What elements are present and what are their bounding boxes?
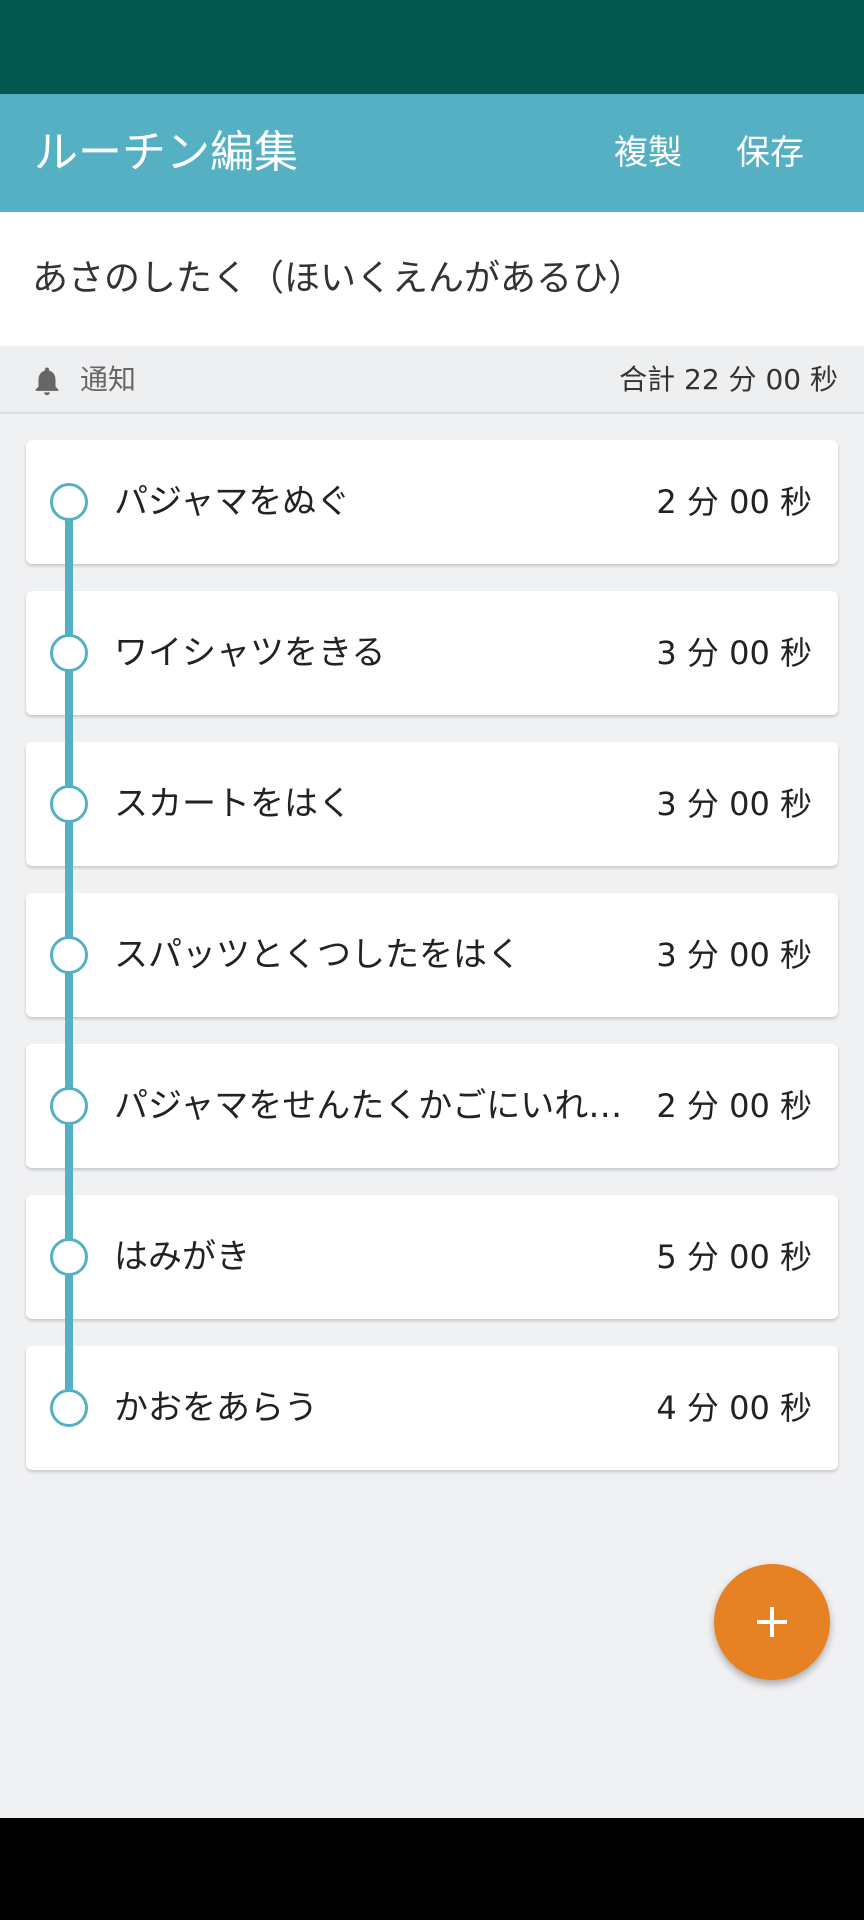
task-card[interactable]: パジャマをせんたくかごにいれ… 2 分 00 秒 <box>26 1044 838 1168</box>
notification-label[interactable]: 通知 <box>80 346 136 414</box>
timeline-node-icon <box>50 936 88 974</box>
timeline-node-icon <box>50 634 88 672</box>
add-task-button[interactable] <box>714 1564 830 1680</box>
task-name: かおをあらう <box>114 1388 318 1428</box>
total-duration: 合計 22 分 00 秒 <box>619 363 838 396</box>
task-card[interactable]: ワイシャツをきる 3 分 00 秒 <box>26 591 838 715</box>
task-card[interactable]: スカートをはく 3 分 00 秒 <box>26 742 838 866</box>
navigation-bar <box>0 1818 864 1920</box>
task-name: はみがき <box>114 1237 250 1277</box>
bell-icon[interactable] <box>30 363 64 399</box>
task-name: ワイシャツをきる <box>114 633 386 673</box>
duplicate-button[interactable]: 複製 <box>614 94 682 212</box>
task-card[interactable]: はみがき 5 分 00 秒 <box>26 1195 838 1319</box>
save-button[interactable]: 保存 <box>736 94 804 212</box>
app-bar: ルーチン編集 複製 保存 <box>0 94 864 212</box>
task-name: スパッツとくつしたをはく <box>114 935 521 975</box>
task-duration: 4 分 00 秒 <box>656 1389 812 1427</box>
task-duration: 3 分 00 秒 <box>656 936 812 974</box>
routine-name-field[interactable]: あさのしたく（ほいくえんがあるひ） <box>0 212 864 346</box>
task-duration: 2 分 00 秒 <box>656 483 812 521</box>
info-bar: 通知 合計 22 分 00 秒 <box>0 346 864 414</box>
timeline-node-icon <box>50 1238 88 1276</box>
task-duration: 2 分 00 秒 <box>656 1087 812 1125</box>
timeline-node-icon <box>50 785 88 823</box>
routine-name: あさのしたく（ほいくえんがあるひ） <box>32 258 645 299</box>
task-duration: 3 分 00 秒 <box>656 785 812 823</box>
task-name: パジャマをぬぐ <box>114 482 351 522</box>
task-duration: 5 分 00 秒 <box>656 1238 812 1276</box>
task-duration: 3 分 00 秒 <box>656 634 812 672</box>
task-card[interactable]: スパッツとくつしたをはく 3 分 00 秒 <box>26 893 838 1017</box>
timeline-node-icon <box>50 1087 88 1125</box>
task-name: スカートをはく <box>114 784 352 824</box>
task-card[interactable]: パジャマをぬぐ 2 分 00 秒 <box>26 440 838 564</box>
task-name: パジャマをせんたくかごにいれ… <box>114 1086 623 1126</box>
timeline-node-icon <box>50 483 88 521</box>
task-card[interactable]: かおをあらう 4 分 00 秒 <box>26 1346 838 1470</box>
page-title: ルーチン編集 <box>34 127 298 178</box>
status-bar <box>0 0 864 94</box>
timeline-node-icon <box>50 1389 88 1427</box>
